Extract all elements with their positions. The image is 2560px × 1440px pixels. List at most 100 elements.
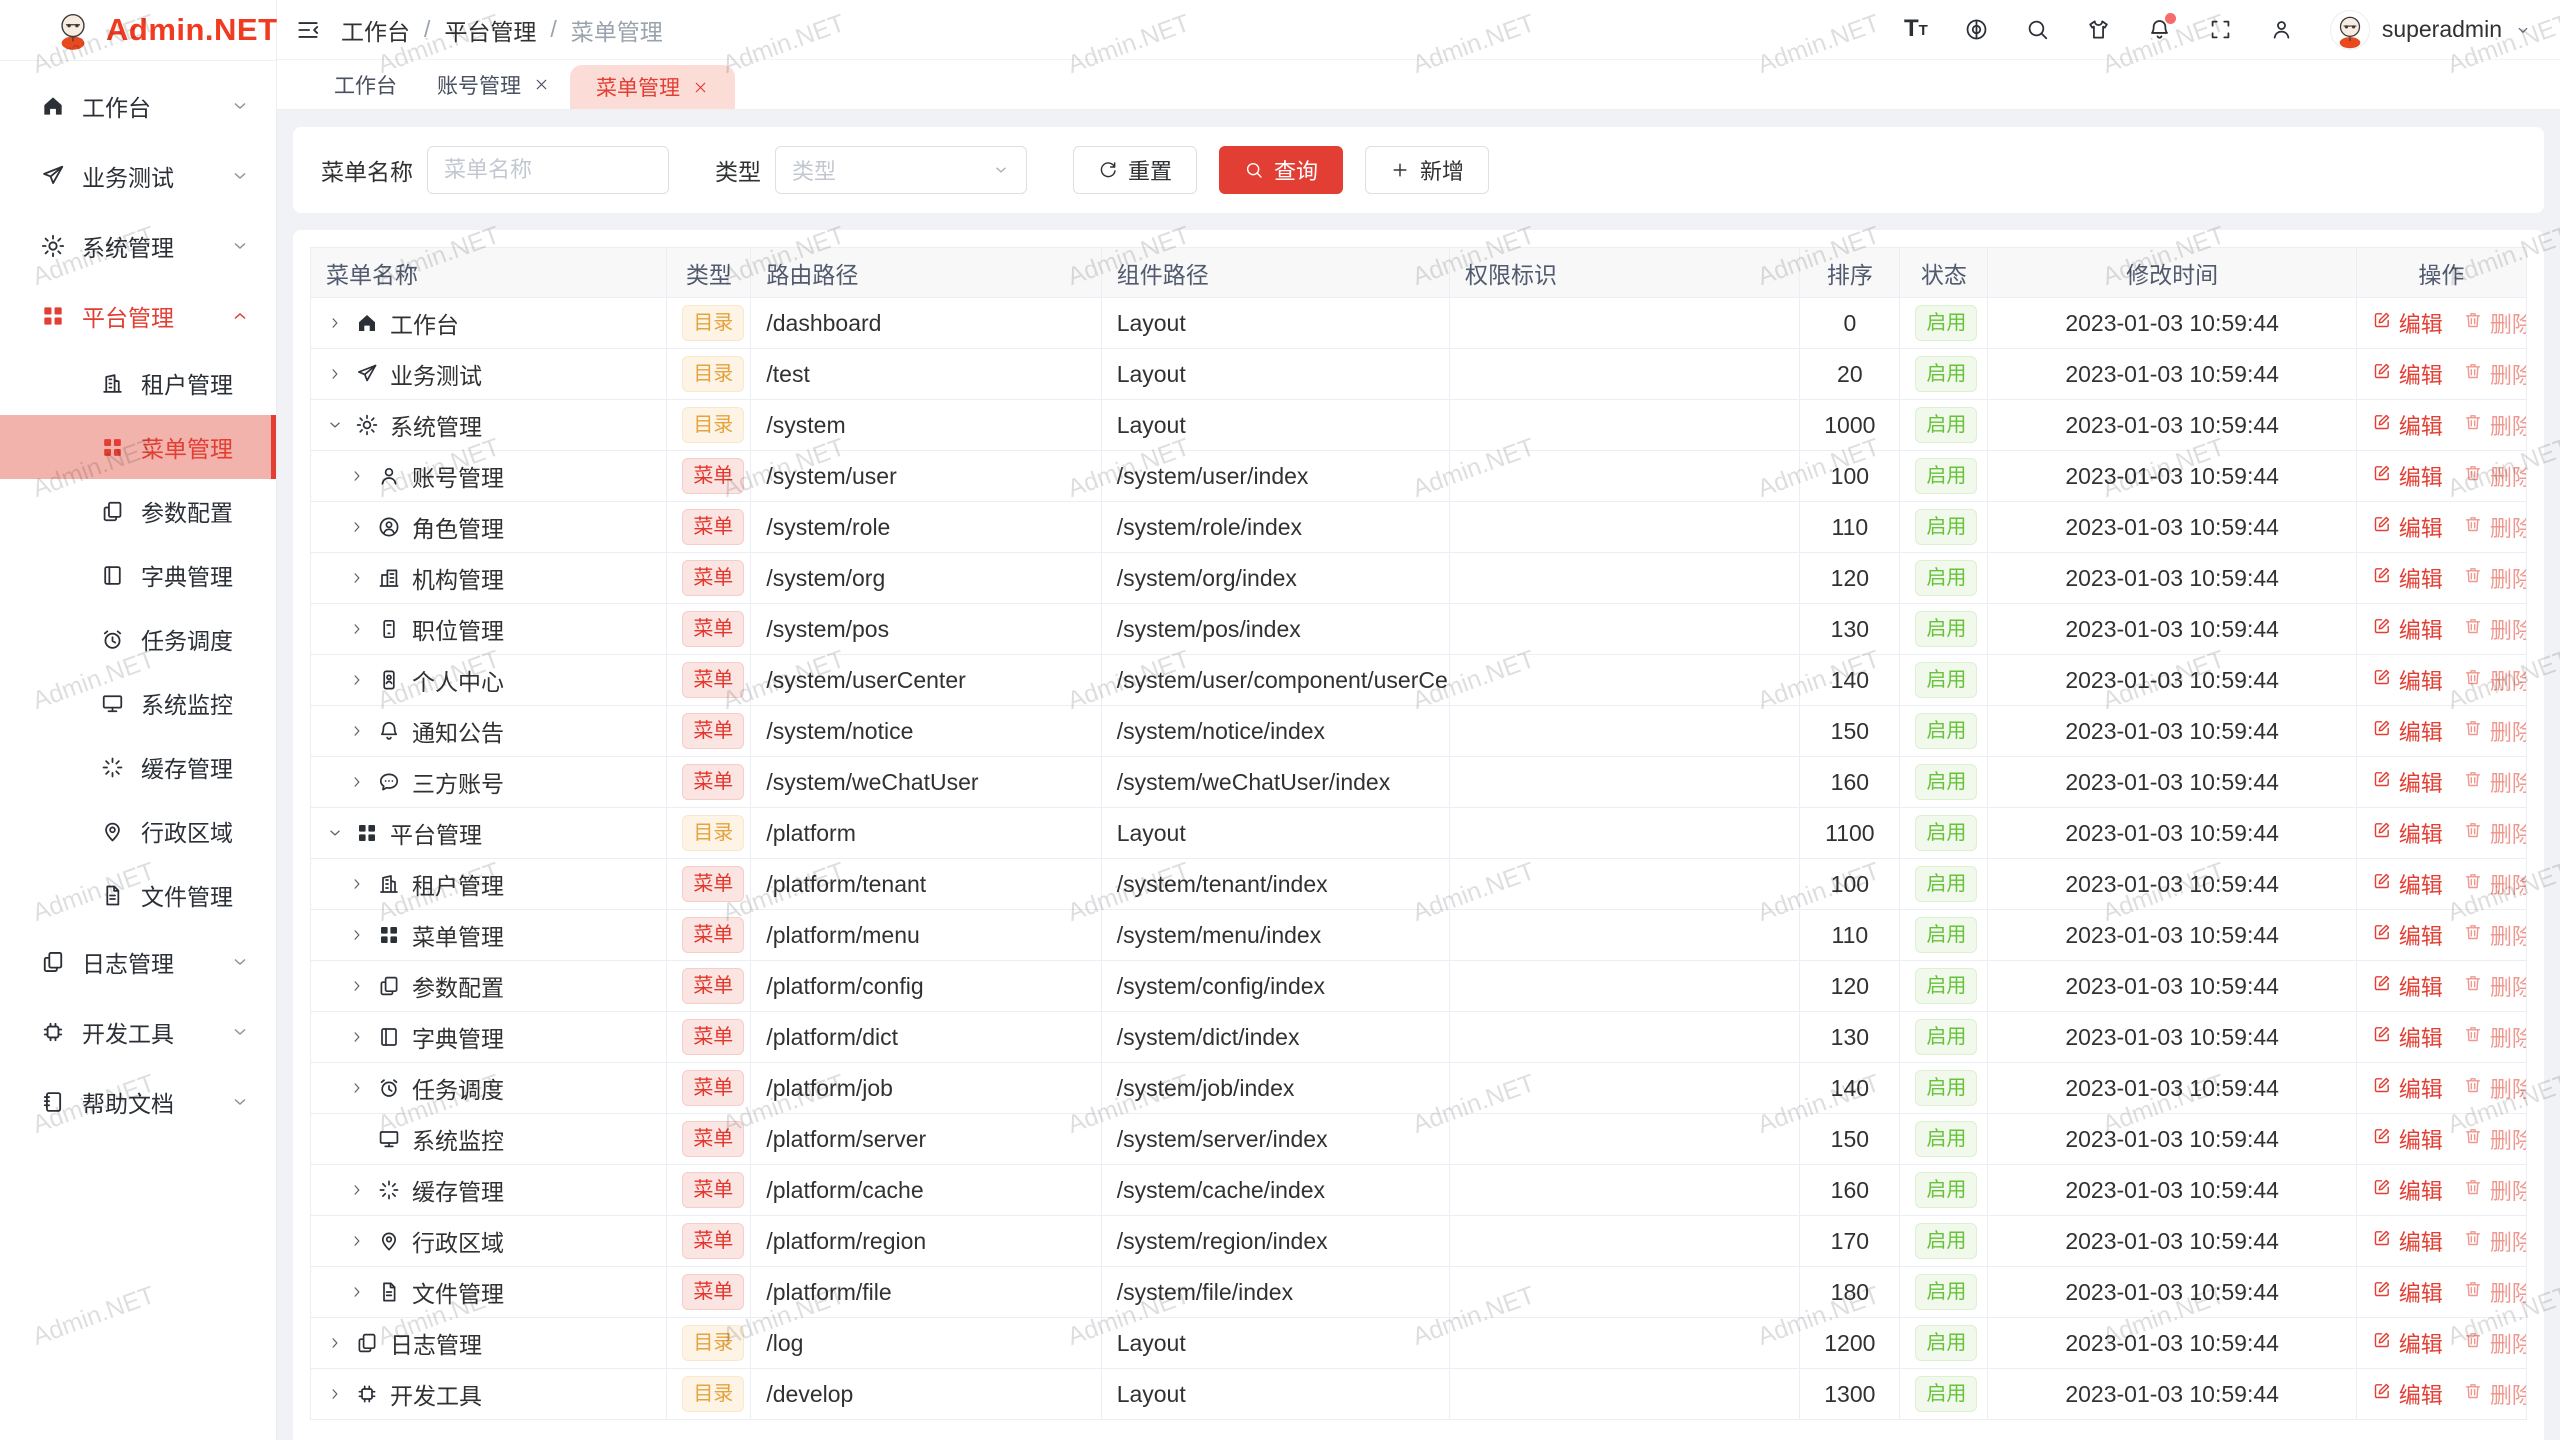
tree-expand-icon[interactable] bbox=[348, 722, 366, 740]
breadcrumb-item[interactable]: 平台管理 bbox=[444, 13, 536, 47]
delete-button[interactable]: 删除 bbox=[2463, 715, 2527, 747]
edit-button[interactable]: 编辑 bbox=[2372, 1276, 2443, 1308]
type-select[interactable]: 类型 bbox=[775, 146, 1027, 194]
user-menu[interactable]: superadmin bbox=[2330, 10, 2532, 50]
edit-button[interactable]: 编辑 bbox=[2372, 613, 2443, 645]
theme-icon[interactable] bbox=[2086, 17, 2111, 42]
notification-icon[interactable] bbox=[2147, 17, 2172, 42]
tree-expand-icon[interactable] bbox=[348, 1079, 366, 1097]
tree-expand-icon[interactable] bbox=[348, 875, 366, 893]
search-button[interactable]: 查询 bbox=[1219, 146, 1343, 194]
tree-expand-icon[interactable] bbox=[348, 620, 366, 638]
edit-button[interactable]: 编辑 bbox=[2372, 307, 2443, 339]
tab-菜单管理[interactable]: 菜单管理 bbox=[570, 65, 735, 109]
delete-button[interactable]: 删除 bbox=[2463, 1072, 2527, 1104]
user-icon[interactable] bbox=[2269, 17, 2294, 42]
tree-expand-icon[interactable] bbox=[326, 1385, 344, 1403]
delete-button[interactable]: 删除 bbox=[2463, 1174, 2527, 1206]
delete-button[interactable]: 删除 bbox=[2463, 817, 2527, 849]
delete-button[interactable]: 删除 bbox=[2463, 307, 2527, 339]
delete-button[interactable]: 删除 bbox=[2463, 460, 2527, 492]
tree-expand-icon[interactable] bbox=[348, 1283, 366, 1301]
tree-expand-icon[interactable] bbox=[348, 977, 366, 995]
search-icon[interactable] bbox=[2025, 17, 2050, 42]
delete-button[interactable]: 删除 bbox=[2463, 970, 2527, 1002]
edit-button[interactable]: 编辑 bbox=[2372, 562, 2443, 594]
delete-button[interactable]: 删除 bbox=[2463, 766, 2527, 798]
sidebar-item-日志管理[interactable]: 日志管理 bbox=[0, 927, 276, 997]
edit-button[interactable]: 编辑 bbox=[2372, 1327, 2443, 1359]
delete-button[interactable]: 删除 bbox=[2463, 511, 2527, 543]
edit-button[interactable]: 编辑 bbox=[2372, 715, 2443, 747]
edit-button[interactable]: 编辑 bbox=[2372, 460, 2443, 492]
sidebar-subitem-菜单管理[interactable]: 菜单管理 bbox=[0, 415, 276, 479]
sidebar-subitem-行政区域[interactable]: 行政区域 bbox=[0, 799, 276, 863]
edit-button[interactable]: 编辑 bbox=[2372, 919, 2443, 951]
sidebar-subitem-租户管理[interactable]: 租户管理 bbox=[0, 351, 276, 415]
add-button[interactable]: 新增 bbox=[1365, 146, 1489, 194]
tree-expand-icon[interactable] bbox=[348, 1232, 366, 1250]
sidebar-item-开发工具[interactable]: 开发工具 bbox=[0, 997, 276, 1067]
sidebar-item-平台管理[interactable]: 平台管理 bbox=[0, 281, 276, 351]
sidebar-subitem-文件管理[interactable]: 文件管理 bbox=[0, 863, 276, 927]
delete-button[interactable]: 删除 bbox=[2463, 1378, 2527, 1410]
tree-expand-icon[interactable] bbox=[326, 1334, 344, 1352]
tab-账号管理[interactable]: 账号管理 bbox=[417, 60, 570, 110]
tree-expand-icon[interactable] bbox=[348, 671, 366, 689]
edit-button[interactable]: 编辑 bbox=[2372, 1378, 2443, 1410]
tree-expand-icon[interactable] bbox=[348, 773, 366, 791]
sidebar-subitem-参数配置[interactable]: 参数配置 bbox=[0, 479, 276, 543]
font-size-icon[interactable]: TT bbox=[1904, 17, 1928, 42]
delete-button[interactable]: 删除 bbox=[2463, 868, 2527, 900]
edit-button[interactable]: 编辑 bbox=[2372, 409, 2443, 441]
tree-expand-icon[interactable] bbox=[348, 467, 366, 485]
tree-expand-icon[interactable] bbox=[348, 569, 366, 587]
edit-button[interactable]: 编辑 bbox=[2372, 664, 2443, 696]
close-icon[interactable] bbox=[692, 79, 709, 96]
delete-button[interactable]: 删除 bbox=[2463, 562, 2527, 594]
sidebar-item-业务测试[interactable]: 业务测试 bbox=[0, 141, 276, 211]
tree-expand-icon[interactable] bbox=[326, 365, 344, 383]
sidebar-subitem-缓存管理[interactable]: 缓存管理 bbox=[0, 735, 276, 799]
sidebar-item-系统管理[interactable]: 系统管理 bbox=[0, 211, 276, 281]
delete-button[interactable]: 删除 bbox=[2463, 1225, 2527, 1257]
delete-button[interactable]: 删除 bbox=[2463, 919, 2527, 951]
tree-expand-icon[interactable] bbox=[326, 314, 344, 332]
delete-button[interactable]: 删除 bbox=[2463, 1123, 2527, 1155]
delete-button[interactable]: 删除 bbox=[2463, 1327, 2527, 1359]
sidebar-subitem-系统监控[interactable]: 系统监控 bbox=[0, 671, 276, 735]
language-icon[interactable] bbox=[1964, 17, 1989, 42]
tree-expand-icon[interactable] bbox=[348, 1181, 366, 1199]
edit-button[interactable]: 编辑 bbox=[2372, 817, 2443, 849]
edit-button[interactable]: 编辑 bbox=[2372, 868, 2443, 900]
collapse-sidebar-icon[interactable] bbox=[295, 17, 321, 43]
sidebar-item-帮助文档[interactable]: 帮助文档 bbox=[0, 1067, 276, 1137]
delete-button[interactable]: 删除 bbox=[2463, 1021, 2527, 1053]
edit-button[interactable]: 编辑 bbox=[2372, 1225, 2443, 1257]
delete-button[interactable]: 删除 bbox=[2463, 613, 2527, 645]
delete-button[interactable]: 删除 bbox=[2463, 664, 2527, 696]
tree-expand-icon[interactable] bbox=[348, 1028, 366, 1046]
breadcrumb-item[interactable]: 工作台 bbox=[341, 13, 410, 47]
edit-button[interactable]: 编辑 bbox=[2372, 1021, 2443, 1053]
sidebar-subitem-任务调度[interactable]: 任务调度 bbox=[0, 607, 276, 671]
delete-button[interactable]: 删除 bbox=[2463, 1276, 2527, 1308]
menu-name-input[interactable] bbox=[427, 146, 669, 194]
edit-button[interactable]: 编辑 bbox=[2372, 511, 2443, 543]
edit-button[interactable]: 编辑 bbox=[2372, 1174, 2443, 1206]
edit-button[interactable]: 编辑 bbox=[2372, 766, 2443, 798]
edit-button[interactable]: 编辑 bbox=[2372, 970, 2443, 1002]
tree-expand-icon[interactable] bbox=[326, 824, 344, 842]
edit-button[interactable]: 编辑 bbox=[2372, 1123, 2443, 1155]
tree-expand-icon[interactable] bbox=[348, 926, 366, 944]
delete-button[interactable]: 删除 bbox=[2463, 409, 2527, 441]
sidebar-item-工作台[interactable]: 工作台 bbox=[0, 71, 276, 141]
close-icon[interactable] bbox=[533, 76, 550, 93]
edit-button[interactable]: 编辑 bbox=[2372, 1072, 2443, 1104]
fullscreen-icon[interactable] bbox=[2208, 17, 2233, 42]
tree-expand-icon[interactable] bbox=[348, 518, 366, 536]
tab-工作台[interactable]: 工作台 bbox=[314, 60, 417, 110]
sidebar-subitem-字典管理[interactable]: 字典管理 bbox=[0, 543, 276, 607]
delete-button[interactable]: 删除 bbox=[2463, 358, 2527, 390]
edit-button[interactable]: 编辑 bbox=[2372, 358, 2443, 390]
